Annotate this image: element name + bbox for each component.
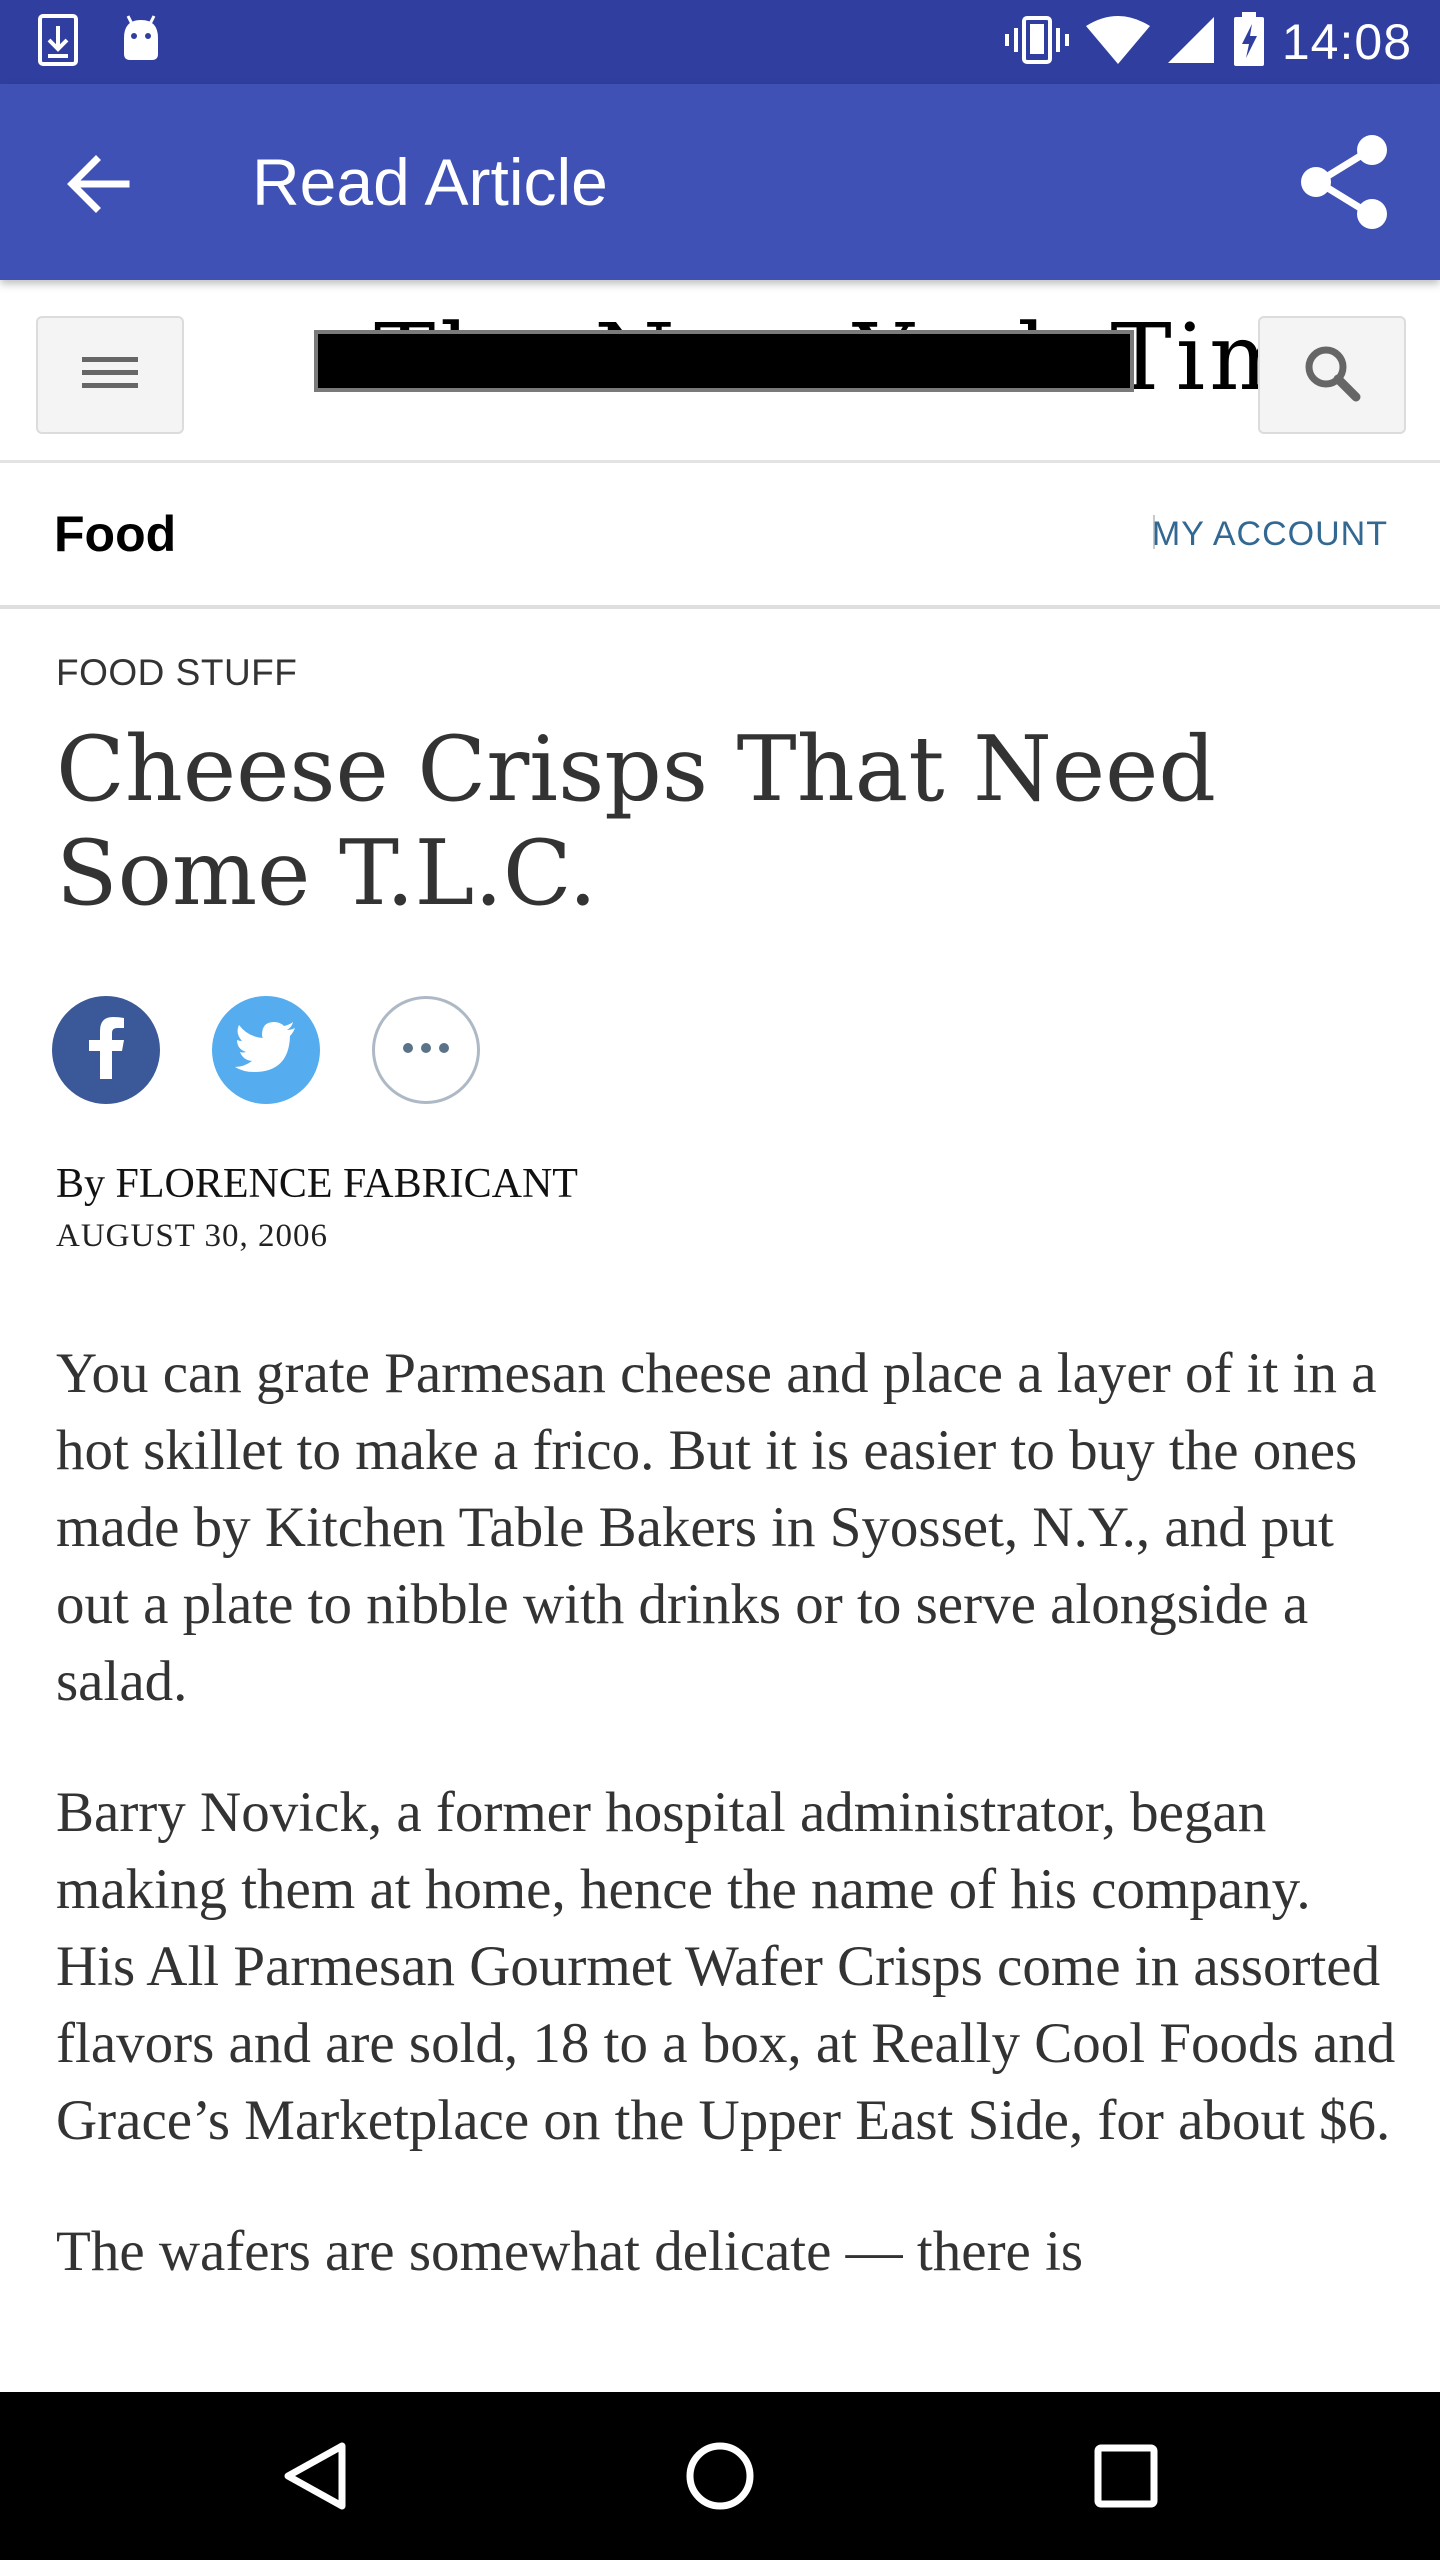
system-nav-bar [0, 2392, 1440, 2560]
dateline: AUGUST 30, 2006 [56, 1218, 328, 1254]
byline: By FLORENCE FABRICANT [56, 1161, 578, 1207]
twitter-icon [235, 1021, 297, 1079]
nav-back-button[interactable] [266, 2426, 366, 2526]
redaction-bar [314, 330, 1134, 392]
download-icon [38, 14, 78, 71]
article-body: You can grate Parmesan cheese and place … [56, 1335, 1396, 2391]
masthead: The New York Times [0, 280, 1440, 463]
facebook-share-button[interactable] [52, 996, 160, 1104]
app-bar: Read Article [0, 84, 1440, 280]
article-headline: Cheese Crisps That Need Some T.L.C. [56, 718, 1356, 926]
share-button[interactable] [1292, 130, 1396, 234]
square-recents-icon [1076, 2444, 1176, 2530]
vibrate-icon [1004, 14, 1070, 71]
article-paragraph: You can grate Parmesan cheese and place … [56, 1342, 1377, 1713]
headline-line-1: Cheese Crisps That Need [56, 717, 1216, 822]
status-bar: 14:08 [0, 0, 1440, 84]
circle-home-icon [670, 2442, 770, 2530]
my-account-link[interactable]: MY ACCOUNT [1152, 463, 1388, 605]
android-icon [118, 14, 164, 71]
triangle-back-icon [266, 2442, 366, 2530]
search-icon [1302, 343, 1362, 408]
article-paragraph: Barry Novick, a former hospital administ… [56, 1781, 1396, 2152]
article-paragraph: The wafers are somewhat delicate — there… [56, 2220, 1084, 2283]
masthead-logo[interactable]: The New York Times [314, 304, 1406, 411]
share-icon [1292, 135, 1396, 238]
nav-recents-button[interactable] [1076, 2426, 1176, 2526]
signal-icon [1166, 15, 1216, 70]
menu-button[interactable] [36, 316, 184, 434]
share-tools [52, 996, 480, 1104]
arrow-back-icon [56, 155, 140, 230]
facebook-icon [86, 1016, 126, 1084]
more-horizontal-icon [401, 1041, 451, 1059]
twitter-share-button[interactable] [212, 996, 320, 1104]
battery-charging-icon [1232, 11, 1266, 73]
more-share-button[interactable] [372, 996, 480, 1104]
status-time: 14:08 [1281, 14, 1412, 70]
article-kicker[interactable]: FOOD STUFF [56, 652, 297, 694]
section-name[interactable]: Food [54, 463, 176, 605]
section-bar: Food MY ACCOUNT [0, 463, 1440, 609]
wifi-icon [1085, 15, 1150, 69]
nav-home-button[interactable] [670, 2426, 770, 2526]
hamburger-icon [80, 353, 140, 398]
headline-line-2: Some T.L.C. [56, 821, 598, 926]
back-button[interactable] [56, 142, 140, 226]
search-button[interactable] [1258, 316, 1406, 434]
app-title: Read Article [252, 145, 608, 219]
